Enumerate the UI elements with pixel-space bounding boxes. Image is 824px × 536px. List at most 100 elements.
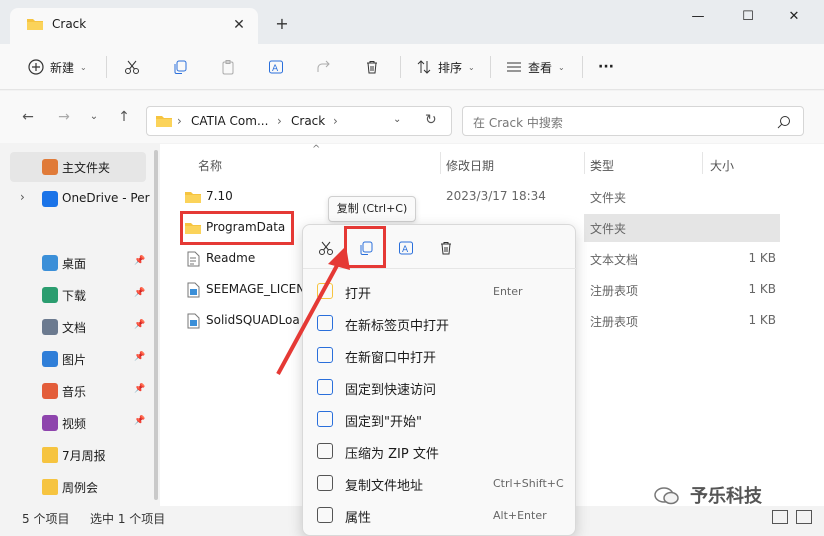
sidebar-item[interactable]: 桌面 📌 — [10, 248, 146, 278]
up-icon[interactable]: ↑ — [114, 107, 134, 127]
column-size[interactable]: 大小 — [710, 157, 734, 174]
delete-button[interactable] — [364, 54, 380, 80]
context-menu-item[interactable]: 固定到"开始" — [303, 403, 577, 435]
ctx-rename-button[interactable]: A — [393, 235, 419, 261]
registry-icon — [187, 313, 200, 329]
sidebar-item-label: 7月周报 — [62, 449, 106, 463]
context-menu-label: 在新标签页中打开 — [345, 319, 450, 334]
more-button[interactable]: ··· — [598, 54, 614, 80]
context-menu-label: 复制文件地址 — [345, 479, 424, 494]
command-bar: 新建 ⌄ A 排序 ⌄ 查看 ⌄ ··· — [0, 44, 824, 90]
music-icon — [42, 383, 58, 399]
search-box[interactable]: 在 Crack 中搜索 — [462, 106, 804, 136]
scissors-icon — [125, 60, 139, 74]
share-button[interactable] — [316, 54, 332, 80]
sidebar-item[interactable]: 下载 📌 — [10, 280, 146, 310]
pin-icon: 📌 — [134, 352, 146, 362]
context-menu-shortcut: Ctrl+Shift+C — [493, 477, 564, 490]
pin-icon: 📌 — [134, 384, 146, 394]
context-menu-item[interactable]: 复制文件地址 Ctrl+Shift+C — [303, 467, 577, 499]
close-tab-icon[interactable]: ✕ — [228, 14, 250, 36]
minimize-button[interactable]: — — [684, 6, 712, 28]
refresh-icon[interactable]: ↻ — [425, 112, 437, 128]
context-menu-item[interactable]: 属性 Alt+Enter — [303, 499, 577, 531]
file-size: 1 KB — [748, 313, 776, 327]
tiles-view-icon[interactable] — [796, 510, 812, 524]
folder-icon — [42, 479, 58, 495]
file-name: Readme — [206, 251, 256, 265]
view-label: 查看 — [528, 60, 553, 75]
file-row[interactable]: 7.10 2023/3/17 18:34 文件夹 — [176, 182, 776, 212]
new-label: 新建 — [50, 60, 75, 75]
copy-tooltip: 复制 (Ctrl+C) — [328, 196, 416, 222]
share-icon — [317, 60, 330, 72]
paste-button[interactable] — [220, 54, 236, 80]
paste-icon — [222, 60, 234, 75]
sidebar-item-label: OneDrive - Per — [62, 191, 150, 205]
add-icon — [28, 59, 44, 75]
new-button[interactable]: 新建 ⌄ — [28, 54, 87, 80]
home-icon — [42, 159, 58, 175]
tab-crack[interactable]: Crack ✕ — [10, 8, 258, 44]
sidebar-item[interactable]: › OneDrive - Per — [10, 184, 150, 214]
sidebar-item[interactable]: 周例会 — [10, 472, 146, 502]
path-box[interactable]: › CATIA Com... › Crack › ⌄ ↻ — [146, 106, 452, 136]
ctx-delete-button[interactable] — [433, 235, 459, 261]
back-icon[interactable]: ← — [18, 107, 38, 127]
desktop-icon — [42, 255, 58, 271]
pin-icon — [317, 379, 333, 395]
folder-icon — [27, 19, 43, 30]
sidebar-item[interactable]: 图片 📌 — [10, 344, 146, 374]
sidebar-item[interactable]: 视频 📌 — [10, 408, 146, 438]
sidebar-scrollbar[interactable] — [154, 150, 158, 500]
breadcrumb-separator: › — [277, 114, 282, 128]
copy-path-icon — [317, 475, 333, 491]
sort-button[interactable]: 排序 ⌄ — [416, 54, 475, 80]
view-icon — [507, 62, 521, 72]
text-file-icon — [187, 251, 200, 267]
sidebar-item[interactable]: 文档 📌 — [10, 312, 146, 342]
red-arrow-icon — [276, 246, 350, 375]
file-type: 文件夹 — [590, 191, 627, 205]
wechat-icon — [654, 487, 679, 505]
copy-button[interactable] — [172, 54, 188, 80]
context-menu-shortcut: Enter — [493, 285, 523, 298]
column-date[interactable]: 修改日期 — [446, 157, 494, 174]
registry-icon — [187, 282, 200, 298]
details-view-icon[interactable] — [772, 510, 788, 524]
column-name[interactable]: 名称 — [198, 157, 222, 174]
context-menu-label: 属性 — [345, 511, 372, 526]
file-date: 2023/3/17 18:34 — [446, 189, 546, 203]
breadcrumb-item[interactable]: CATIA Com... — [191, 114, 268, 128]
context-menu-shortcut: Alt+Enter — [493, 509, 547, 522]
folder-icon — [156, 116, 172, 127]
sidebar-item[interactable]: 主文件夹 — [10, 152, 146, 182]
sidebar-item[interactable]: 音乐 📌 — [10, 376, 146, 406]
file-type: 文本文档 — [590, 253, 639, 267]
file-type: 注册表项 — [590, 315, 639, 329]
title-bar: Crack ✕ + — ☐ ✕ — [0, 0, 824, 44]
recent-locations-icon[interactable]: ⌄ — [84, 107, 104, 127]
view-button[interactable]: 查看 ⌄ — [506, 54, 565, 80]
forward-icon[interactable]: → — [54, 107, 74, 127]
folder-icon — [185, 192, 201, 203]
column-type[interactable]: 类型 — [590, 157, 614, 174]
selected-count: 选中 1 个项目 — [90, 512, 166, 526]
context-menu-item[interactable]: 压缩为 ZIP 文件 — [303, 435, 577, 467]
new-tab-button[interactable]: + — [272, 14, 292, 34]
context-menu-label: 压缩为 ZIP 文件 — [345, 447, 439, 462]
breadcrumb-item[interactable]: Crack — [291, 114, 325, 128]
search-input[interactable]: 在 Crack 中搜索 — [473, 114, 563, 131]
item-count: 5 个项目 — [22, 512, 70, 526]
close-window-button[interactable]: ✕ — [780, 6, 808, 28]
chevron-down-icon[interactable]: ⌄ — [393, 114, 401, 125]
pin-icon: 📌 — [134, 320, 146, 330]
zip-icon — [317, 443, 333, 459]
context-menu-label: 固定到快速访问 — [345, 383, 437, 398]
maximize-button[interactable]: ☐ — [734, 6, 762, 28]
sidebar-item[interactable]: 7月周报 — [10, 440, 146, 470]
cut-button[interactable] — [124, 54, 140, 80]
rename-button[interactable]: A — [268, 54, 284, 80]
sidebar-item-label: 图片 — [62, 353, 87, 367]
expand-chevron-icon[interactable]: › — [20, 190, 25, 204]
